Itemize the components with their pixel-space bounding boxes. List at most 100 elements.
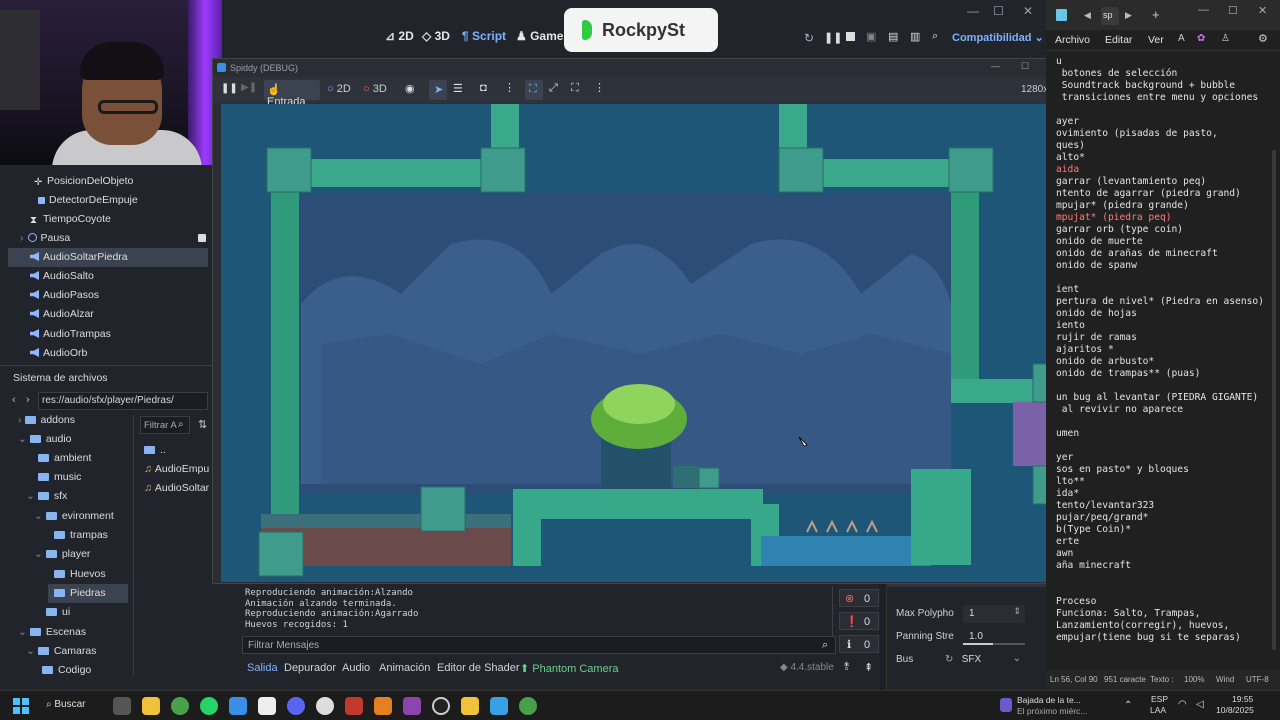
- camera-override-toggle[interactable]: ⛶: [525, 80, 543, 100]
- copilot-icon[interactable]: ✿: [1197, 33, 1205, 44]
- next-frame-icon[interactable]: ▶❚: [241, 82, 257, 93]
- tree-item-audioorb[interactable]: AudioOrb: [30, 344, 87, 363]
- clock-time[interactable]: 19:55: [1232, 694, 1253, 704]
- sort-icon[interactable]: ⇅: [198, 418, 207, 431]
- app-icon[interactable]: [403, 697, 421, 715]
- tree-item-tiempo[interactable]: ⧗ TiempoCoyote: [30, 210, 111, 229]
- wifi-icon[interactable]: ◠: [1178, 699, 1187, 710]
- language-label[interactable]: ESP: [1151, 694, 1168, 704]
- minimize-button[interactable]: —: [1198, 4, 1209, 16]
- expand-panel-icon[interactable]: ⇞: [864, 661, 873, 674]
- folder-codigo[interactable]: Codigo: [42, 661, 91, 680]
- folder-ambient[interactable]: ambient: [38, 449, 91, 468]
- folder-ui[interactable]: ui: [46, 603, 70, 622]
- minimize-button[interactable]: —: [991, 61, 1000, 71]
- list-icon[interactable]: ☰: [453, 82, 463, 95]
- folder-trampas[interactable]: trampas: [54, 526, 108, 545]
- tab-salida[interactable]: Salida: [247, 662, 278, 674]
- close-button[interactable]: ✕: [1258, 4, 1267, 17]
- stop-icon[interactable]: [846, 32, 855, 41]
- chevron-up-icon[interactable]: ⌃: [1124, 700, 1132, 711]
- notepad-taskbar-icon[interactable]: [490, 697, 508, 715]
- tab-audio[interactable]: Audio: [342, 662, 370, 674]
- tree-item-posicion[interactable]: ✛ PosicionDelObjeto: [34, 172, 133, 191]
- chrome-profile-icon[interactable]: [519, 697, 537, 715]
- input-toggle[interactable]: ☝ Entrada: [264, 80, 320, 108]
- messages-filter[interactable]: ℹ0: [839, 635, 879, 653]
- search-scene-icon[interactable]: ⌕: [932, 30, 938, 43]
- tree-item-audiosoltarpiedra[interactable]: AudioSoltarPiedra: [8, 248, 208, 267]
- tree-item-detector[interactable]: DetectorDeEmpuje: [38, 191, 138, 210]
- more-icon[interactable]: ⋮: [504, 81, 515, 94]
- file-audiosoltar[interactable]: ♫ AudioSoltar: [144, 479, 209, 498]
- select-tool[interactable]: ➤: [429, 80, 447, 100]
- chrome-icon[interactable]: [171, 697, 189, 715]
- folder-player[interactable]: ⌄ player: [34, 545, 90, 564]
- tab-depurador[interactable]: Depurador: [284, 662, 336, 674]
- maximize-button[interactable]: ☐: [993, 4, 1004, 18]
- reload-icon[interactable]: ↻: [804, 31, 814, 45]
- back-arrow-icon[interactable]: ‹: [12, 394, 16, 406]
- new-tab-icon[interactable]: +: [1152, 7, 1160, 22]
- folder-huevos[interactable]: Huevos: [54, 565, 106, 584]
- tab-phantom-camera[interactable]: ⬆ Phantom Camera: [520, 662, 619, 675]
- discord-icon[interactable]: [287, 697, 305, 715]
- file-audioempu[interactable]: ♫ AudioEmpu: [144, 460, 209, 479]
- capcut-icon[interactable]: [258, 697, 276, 715]
- start-button[interactable]: [13, 698, 29, 714]
- maximize-button[interactable]: ☐: [1228, 4, 1238, 17]
- remote-icon[interactable]: ▣: [866, 30, 876, 43]
- message-filter-input[interactable]: Filtrar Mensajes: [242, 636, 836, 654]
- tree-item-audiosalto[interactable]: AudioSalto: [30, 267, 94, 286]
- tab-3d[interactable]: ◇ 3D: [422, 29, 450, 47]
- format-icon[interactable]: A: [1178, 33, 1185, 44]
- clock-date[interactable]: 10/8/2025: [1216, 705, 1254, 715]
- volume-icon[interactable]: ◁: [1196, 699, 1204, 710]
- blender-icon[interactable]: [374, 697, 392, 715]
- fit-icon[interactable]: ⛶: [571, 82, 579, 95]
- renderer-select[interactable]: Compatibilidad ⌄: [952, 31, 1044, 44]
- folder-audio[interactable]: ⌄ audio: [18, 430, 72, 449]
- app-icon[interactable]: [461, 697, 479, 715]
- mode-2d-toggle[interactable]: ○ 2D: [327, 83, 351, 95]
- folder-evironment[interactable]: ⌄ evironment: [34, 507, 114, 526]
- camera-icon[interactable]: ◘: [480, 82, 487, 94]
- tree-item-audioalzar[interactable]: AudioAlzar: [30, 305, 94, 324]
- close-button[interactable]: ✕: [1023, 4, 1033, 18]
- mode-3d-toggle[interactable]: ○ 3D: [363, 83, 387, 95]
- obs-icon[interactable]: [345, 697, 363, 715]
- file-explorer-icon[interactable]: [142, 697, 160, 715]
- menu-archivo[interactable]: Archivo: [1055, 34, 1090, 46]
- pause-icon[interactable]: ❚❚: [824, 31, 842, 44]
- scrollbar[interactable]: [1272, 150, 1276, 650]
- errors-filter[interactable]: ⊗ 0: [839, 589, 879, 607]
- fullscreen-icon[interactable]: ⤢: [549, 82, 558, 95]
- tree-item-audiopasos[interactable]: AudioPasos: [30, 286, 99, 305]
- path-field[interactable]: res://audio/sfx/player/Piedras/: [38, 392, 208, 410]
- tab-game[interactable]: ♟ Game: [516, 29, 563, 47]
- tab-right-arrow-icon[interactable]: ▶: [1125, 10, 1132, 21]
- folder-piedras[interactable]: Piedras: [48, 584, 128, 603]
- game-viewport[interactable]: [221, 104, 1067, 582]
- folder-sfx[interactable]: ⌄ sfx: [26, 487, 67, 506]
- notepad-tab[interactable]: sp: [1101, 7, 1119, 25]
- whatsapp-icon[interactable]: [200, 697, 218, 715]
- pause-icon[interactable]: ❚❚: [221, 83, 238, 94]
- menu-editar[interactable]: Editar: [1105, 34, 1132, 46]
- folder-camaras[interactable]: ⌄ Camaras: [26, 642, 96, 661]
- tab-left-arrow-icon[interactable]: ◀: [1084, 10, 1091, 21]
- folder-escenas[interactable]: ⌄ Escenas: [18, 623, 86, 642]
- warnings-filter[interactable]: ❗ 0: [839, 612, 879, 630]
- search-box[interactable]: ⌕ Buscar: [40, 695, 98, 717]
- menu-ver[interactable]: Ver: [1148, 34, 1164, 46]
- task-view-icon[interactable]: [113, 697, 131, 715]
- eye-icon[interactable]: ◉: [405, 82, 415, 95]
- update-spinner-icon[interactable]: ⥉: [844, 661, 849, 674]
- minimize-button[interactable]: —: [967, 4, 979, 18]
- more-icon[interactable]: ⋮: [594, 81, 605, 94]
- tab-2d[interactable]: ⊿ 2D: [385, 29, 414, 47]
- notepad-text-area[interactable]: u botones de selección Soundtrack backgr…: [1046, 56, 1272, 668]
- account-icon[interactable]: ♙: [1221, 33, 1230, 44]
- movie-icon[interactable]: ▥: [910, 30, 920, 43]
- tree-item-audiotrampas[interactable]: AudioTrampas: [30, 325, 111, 344]
